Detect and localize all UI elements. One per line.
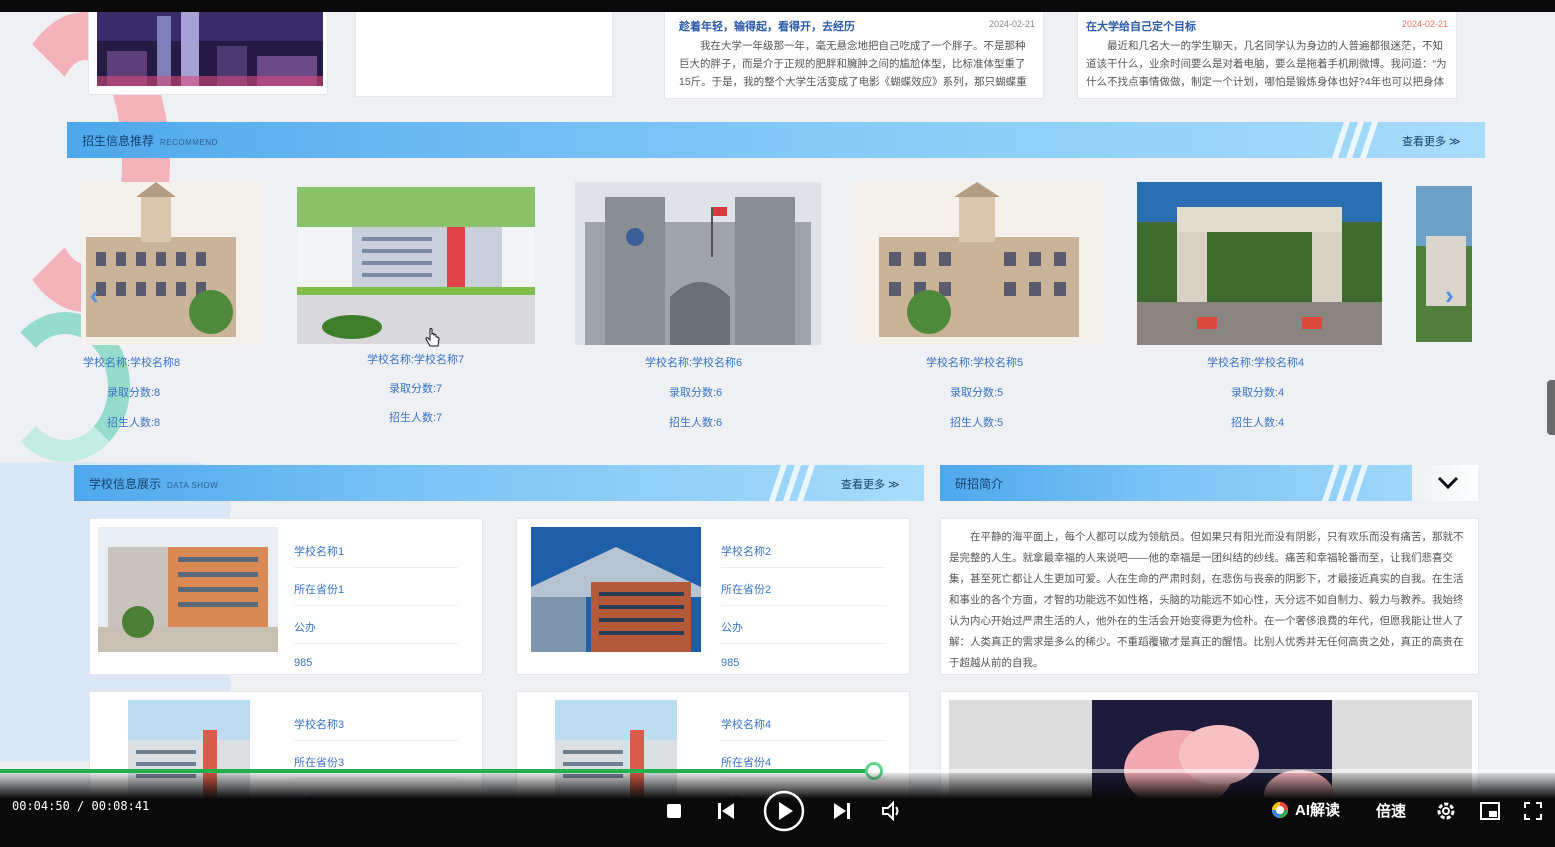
hand-cursor-icon: [425, 328, 440, 347]
next-icon[interactable]: [832, 801, 852, 821]
settings-icon[interactable]: [1435, 800, 1457, 822]
volume-icon[interactable]: [881, 801, 903, 821]
news-card-2[interactable]: 在大学给自己定个目标 2024-02-21 最近和几名大一的学生聊天，几名同学认…: [1077, 12, 1457, 99]
school-photo: [297, 187, 535, 344]
news-excerpt: 最近和几名大一的学生聊天，几名同学认为身边的人普遍都很迷茫，不知道该干什么，业余…: [1086, 40, 1447, 88]
school-info-card[interactable]: 学校名称1 所在省份1 公办 985: [89, 518, 483, 675]
news-title[interactable]: 趁着年轻，输得起，看得开，去经历: [679, 18, 855, 34]
recommend-banner: 招生信息推荐 RECOMMEND 查看更多 ≫: [67, 122, 1485, 158]
intro-text: 在平静的海平面上，每个人都可以成为领航员。但如果只有阳光而没有阴影，只有欢乐而没…: [940, 518, 1479, 675]
carousel-next-icon[interactable]: ›: [1445, 280, 1454, 311]
admission-score: 录取分数:7: [389, 383, 443, 395]
pip-icon[interactable]: [1479, 801, 1501, 821]
school-name: 学校名称:学校名称7: [367, 354, 465, 366]
school-name[interactable]: 学校名称1: [294, 543, 458, 568]
chevron-down-icon[interactable]: [1436, 475, 1460, 491]
school-photo: [81, 182, 261, 345]
enrollment-count: 招生人数:6: [669, 417, 723, 429]
school-province: 所在省份1: [294, 581, 458, 606]
stripe-decoration: [1322, 465, 1368, 501]
enrollment-count: 招生人数:5: [950, 417, 1004, 429]
section-title: 学校信息展示 DATA SHOW: [89, 475, 218, 492]
admission-score: 录取分数:8: [107, 387, 161, 399]
school-name[interactable]: 学校名称2: [721, 543, 885, 568]
video-frame: 趁着年轻，输得起，看得开，去经历 2024-02-21 我在大学一年级那一年，毫…: [0, 12, 1555, 802]
section-title-text: 学校信息展示: [89, 477, 162, 491]
school-photo: [531, 527, 701, 652]
school-level: 985: [721, 657, 740, 669]
news-card-1[interactable]: 趁着年轻，输得起，看得开，去经历 2024-02-21 我在大学一年级那一年，毫…: [664, 12, 1044, 99]
intro-toggle[interactable]: [1412, 465, 1478, 501]
school-name[interactable]: 学校名称3: [294, 716, 458, 741]
school-type: 公办: [294, 619, 458, 644]
school-province: 所在省份2: [721, 581, 885, 606]
ai-interpret-button[interactable]: AI解读: [1270, 799, 1340, 820]
section-subtitle: RECOMMEND: [160, 138, 218, 147]
admission-score: 录取分数:4: [1231, 387, 1285, 399]
section-title: 招生信息推荐 RECOMMEND: [82, 132, 218, 149]
school-photo: [98, 527, 278, 652]
view-more-link[interactable]: 查看更多 ≫: [841, 476, 900, 492]
datashow-banner: 学校信息展示 DATA SHOW 查看更多 ≫: [74, 465, 924, 501]
school-name: 学校名称:学校名称6: [645, 357, 743, 369]
section-title: 研招简介: [955, 477, 1004, 491]
blank-card: [355, 12, 613, 97]
city-night-photo: [97, 12, 323, 86]
admission-score: 录取分数:6: [669, 387, 723, 399]
playback-speed-button[interactable]: 倍速: [1376, 800, 1406, 821]
news-excerpt: 我在大学一年级那一年，毫无悬念地把自己吃成了一个胖子。不是那种巨大的胖子，而是介…: [679, 40, 1027, 88]
enrollment-count: 招生人数:7: [389, 412, 443, 424]
stripe-decoration: [1332, 122, 1378, 158]
enrollment-count: 招生人数:4: [1231, 417, 1285, 429]
stripe-decoration: [769, 465, 815, 501]
school-type: 公办: [721, 619, 885, 644]
school-name: 学校名称:学校名称5: [926, 357, 1024, 369]
school-name: 学校名称:学校名称4: [1207, 357, 1305, 369]
section-title-text: 招生信息推荐: [82, 134, 155, 148]
school-level: 985: [294, 657, 313, 669]
news-date: 2024-02-21: [988, 19, 1035, 29]
school-photo: [854, 182, 1104, 345]
school-info-card[interactable]: 学校名称2 所在省份2 公办 985: [516, 518, 910, 675]
news-date: 2024-02-21: [1401, 19, 1448, 29]
city-photo-card: [88, 12, 328, 95]
ai-logo-icon: [1272, 801, 1288, 818]
school-photo: [1137, 182, 1382, 345]
school-name[interactable]: 学校名称4: [721, 716, 885, 741]
ai-interpret-label[interactable]: AI解读: [1295, 799, 1340, 820]
news-title[interactable]: 在大学给自己定个目标: [1086, 18, 1196, 34]
previous-icon[interactable]: [716, 801, 736, 821]
carousel-prev-icon[interactable]: ‹: [90, 280, 99, 311]
partial-school-photo: [1416, 186, 1472, 342]
fullscreen-icon[interactable]: [1523, 801, 1543, 821]
intro-banner: 研招简介: [940, 465, 1478, 501]
page-scrollbar[interactable]: [1547, 380, 1555, 435]
play-icon[interactable]: [763, 790, 805, 832]
stop-icon[interactable]: [666, 803, 682, 819]
school-name: 学校名称:学校名称8: [83, 357, 181, 369]
playback-time: 00:04:50 / 00:08:41: [12, 799, 150, 813]
enrollment-count: 招生人数:8: [107, 417, 161, 429]
player-controls: 00:04:50 / 00:08:41 AI解读 倍速: [0, 773, 1555, 847]
view-more-link[interactable]: 查看更多 ≫: [1402, 133, 1461, 149]
admission-score: 录取分数:5: [950, 387, 1004, 399]
school-photo: [575, 182, 821, 345]
section-subtitle: DATA SHOW: [167, 481, 219, 490]
